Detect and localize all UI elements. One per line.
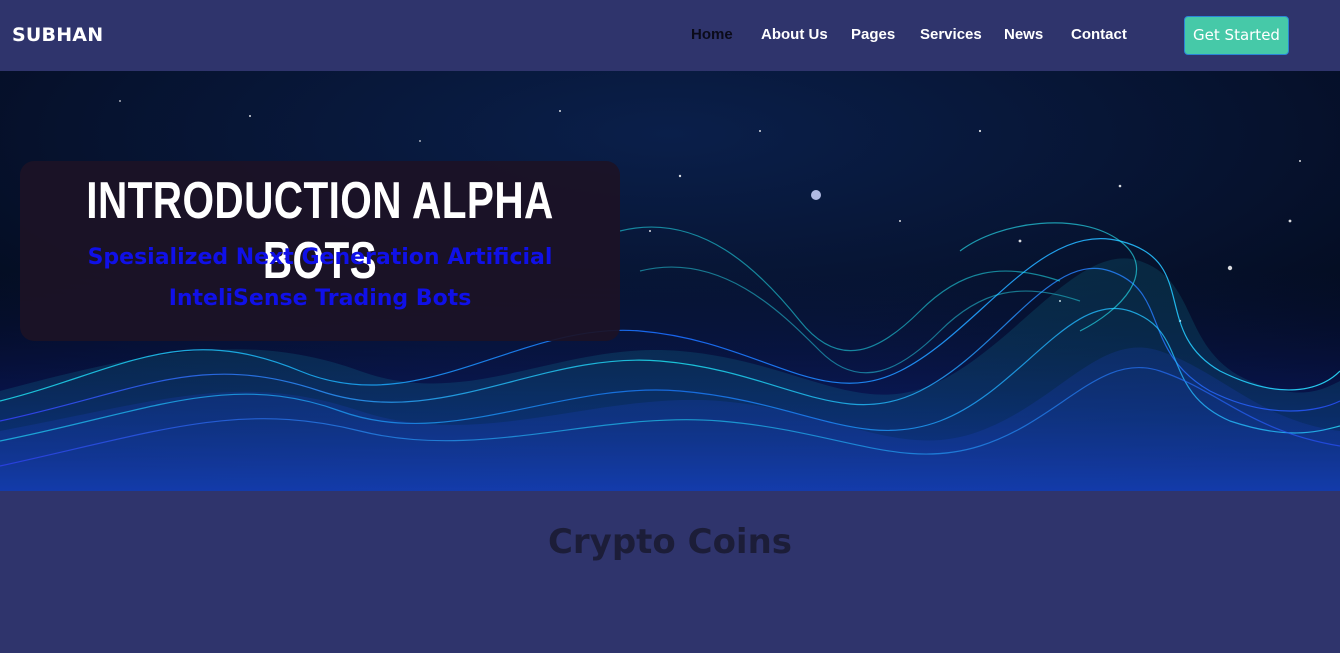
section-title: Crypto Coins — [547, 522, 793, 562]
nav-pages[interactable]: Pages — [851, 26, 895, 43]
nav-about-us[interactable]: About Us — [761, 26, 828, 43]
brand-logo[interactable]: SUBHAN — [12, 24, 103, 46]
top-navbar: SUBHAN Home About Us Pages Services News… — [0, 0, 1340, 71]
nav-contact[interactable]: Contact — [1071, 26, 1127, 43]
nav-services[interactable]: Services — [920, 26, 982, 43]
hero-banner: INTRODUCTION ALPHA BOTS Spesialized Next… — [0, 71, 1340, 491]
nav-home[interactable]: Home — [691, 26, 733, 43]
get-started-button[interactable]: Get Started — [1184, 16, 1289, 55]
nav-news[interactable]: News — [1004, 26, 1043, 43]
intro-card: INTRODUCTION ALPHA BOTS Spesialized Next… — [20, 161, 620, 341]
hero-subtitle: Spesialized Next Generation Artificial I… — [87, 245, 553, 311]
